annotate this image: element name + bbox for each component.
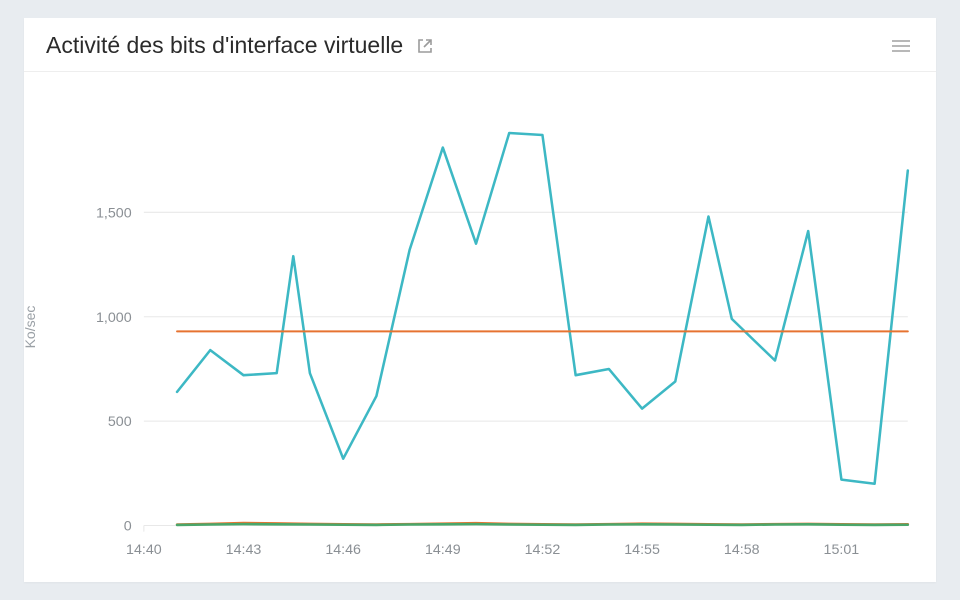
hamburger-menu-icon[interactable]: [888, 33, 914, 59]
chart-card: Activité des bits d'interface virtuelle …: [24, 18, 936, 582]
card-title: Activité des bits d'interface virtuelle: [46, 32, 403, 59]
external-link-icon[interactable]: [417, 38, 433, 54]
svg-text:0: 0: [124, 519, 132, 535]
card-header: Activité des bits d'interface virtuelle: [24, 18, 936, 72]
svg-text:14:49: 14:49: [425, 542, 461, 558]
svg-text:1,500: 1,500: [96, 205, 132, 221]
svg-text:14:52: 14:52: [525, 542, 561, 558]
line-chart: 0 500 1,000 1,500 14:40 14:43 14:46 14:49 14:52 1…: [42, 90, 918, 574]
svg-text:1,000: 1,000: [96, 310, 132, 326]
svg-text:14:43: 14:43: [226, 542, 262, 558]
chart-area: Ko/sec 0 500 1,000 1,500 14:40 14:43 14:46 14:4…: [24, 72, 936, 582]
y-axis-label: Ko/sec: [22, 306, 38, 349]
svg-text:14:58: 14:58: [724, 542, 760, 558]
svg-text:14:55: 14:55: [624, 542, 660, 558]
svg-text:500: 500: [108, 414, 132, 430]
svg-text:15:01: 15:01: [824, 542, 860, 558]
svg-text:14:40: 14:40: [126, 542, 162, 558]
svg-text:14:46: 14:46: [325, 542, 361, 558]
